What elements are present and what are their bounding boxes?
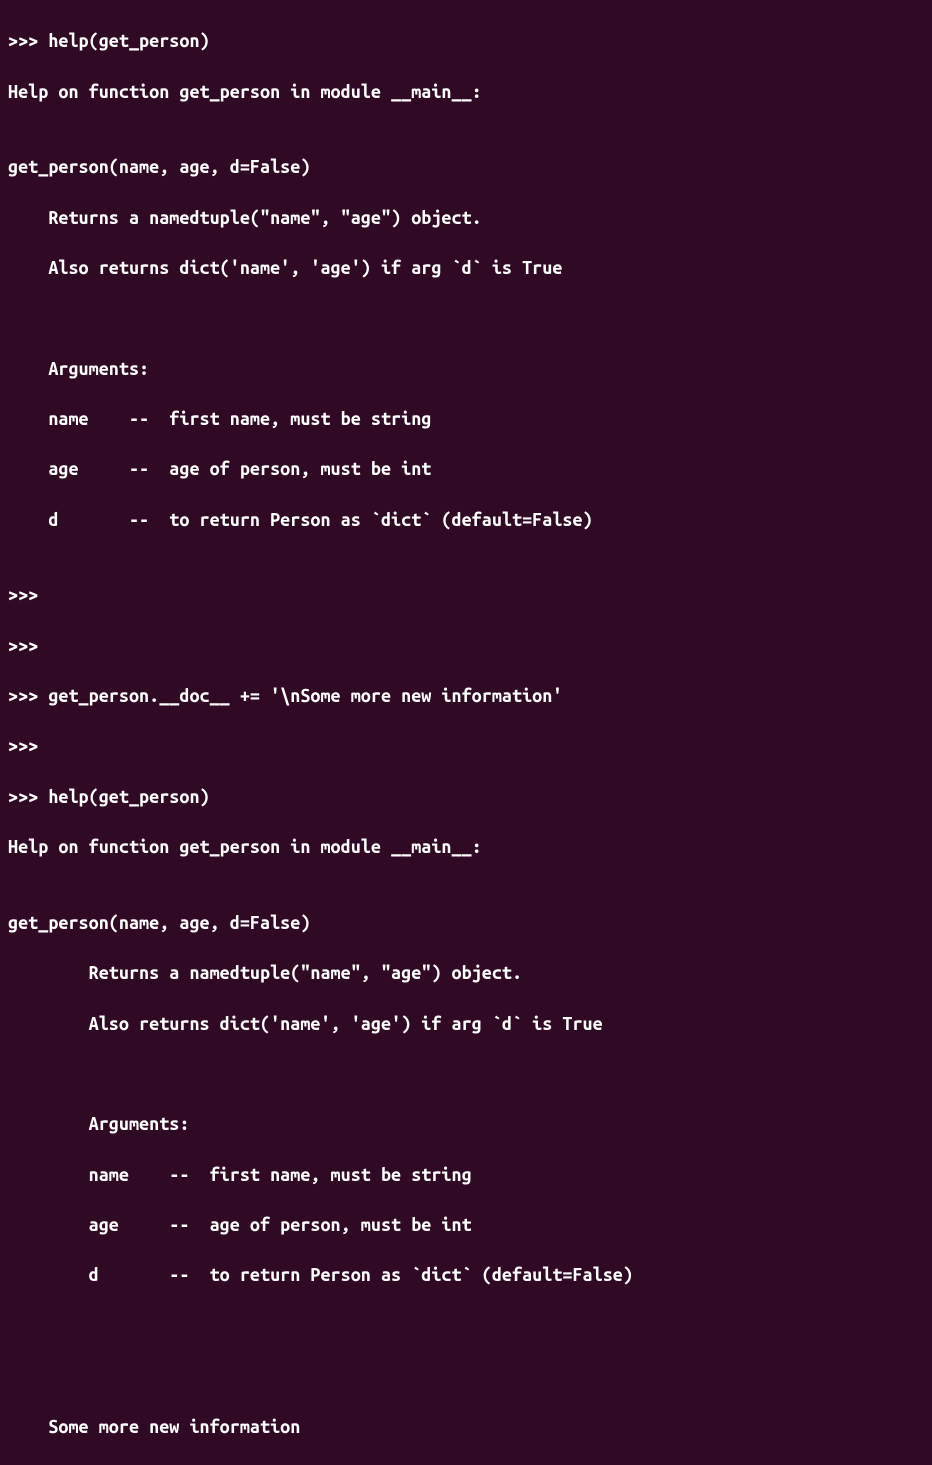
terminal-line: Returns a namedtuple("name", "age") obje… xyxy=(8,206,924,231)
terminal-line: Arguments: xyxy=(8,1112,924,1137)
terminal-line: Arguments: xyxy=(8,357,924,382)
terminal-line: >>> help(get_person) xyxy=(8,785,924,810)
terminal-line: Help on function get_person in module __… xyxy=(8,80,924,105)
terminal-line xyxy=(8,1314,924,1339)
terminal-line: >>> help(get_person) xyxy=(8,29,924,54)
terminal-line: Some more new information xyxy=(8,1415,924,1440)
terminal-line: age -- age of person, must be int xyxy=(8,457,924,482)
terminal-line: >>> xyxy=(8,583,924,608)
terminal-line: d -- to return Person as `dict` (default… xyxy=(8,508,924,533)
terminal-line xyxy=(8,1062,924,1087)
terminal-line: Also returns dict('name', 'age') if arg … xyxy=(8,1012,924,1037)
terminal-line xyxy=(8,1364,924,1389)
terminal-line xyxy=(8,306,924,331)
terminal-line: >>> xyxy=(8,634,924,659)
terminal-line: name -- first name, must be string xyxy=(8,1163,924,1188)
terminal-line: name -- first name, must be string xyxy=(8,407,924,432)
terminal-line: Help on function get_person in module __… xyxy=(8,835,924,860)
terminal-output[interactable]: >>> help(get_person) Help on function ge… xyxy=(8,4,924,1465)
terminal-line: >>> xyxy=(8,734,924,759)
terminal-line: Also returns dict('name', 'age') if arg … xyxy=(8,256,924,281)
terminal-line: get_person(name, age, d=False) xyxy=(8,911,924,936)
terminal-line: Returns a namedtuple("name", "age") obje… xyxy=(8,961,924,986)
terminal-line: >>> get_person.__doc__ += '\nSome more n… xyxy=(8,684,924,709)
terminal-line: age -- age of person, must be int xyxy=(8,1213,924,1238)
terminal-line: get_person(name, age, d=False) xyxy=(8,155,924,180)
terminal-line: d -- to return Person as `dict` (default… xyxy=(8,1263,924,1288)
